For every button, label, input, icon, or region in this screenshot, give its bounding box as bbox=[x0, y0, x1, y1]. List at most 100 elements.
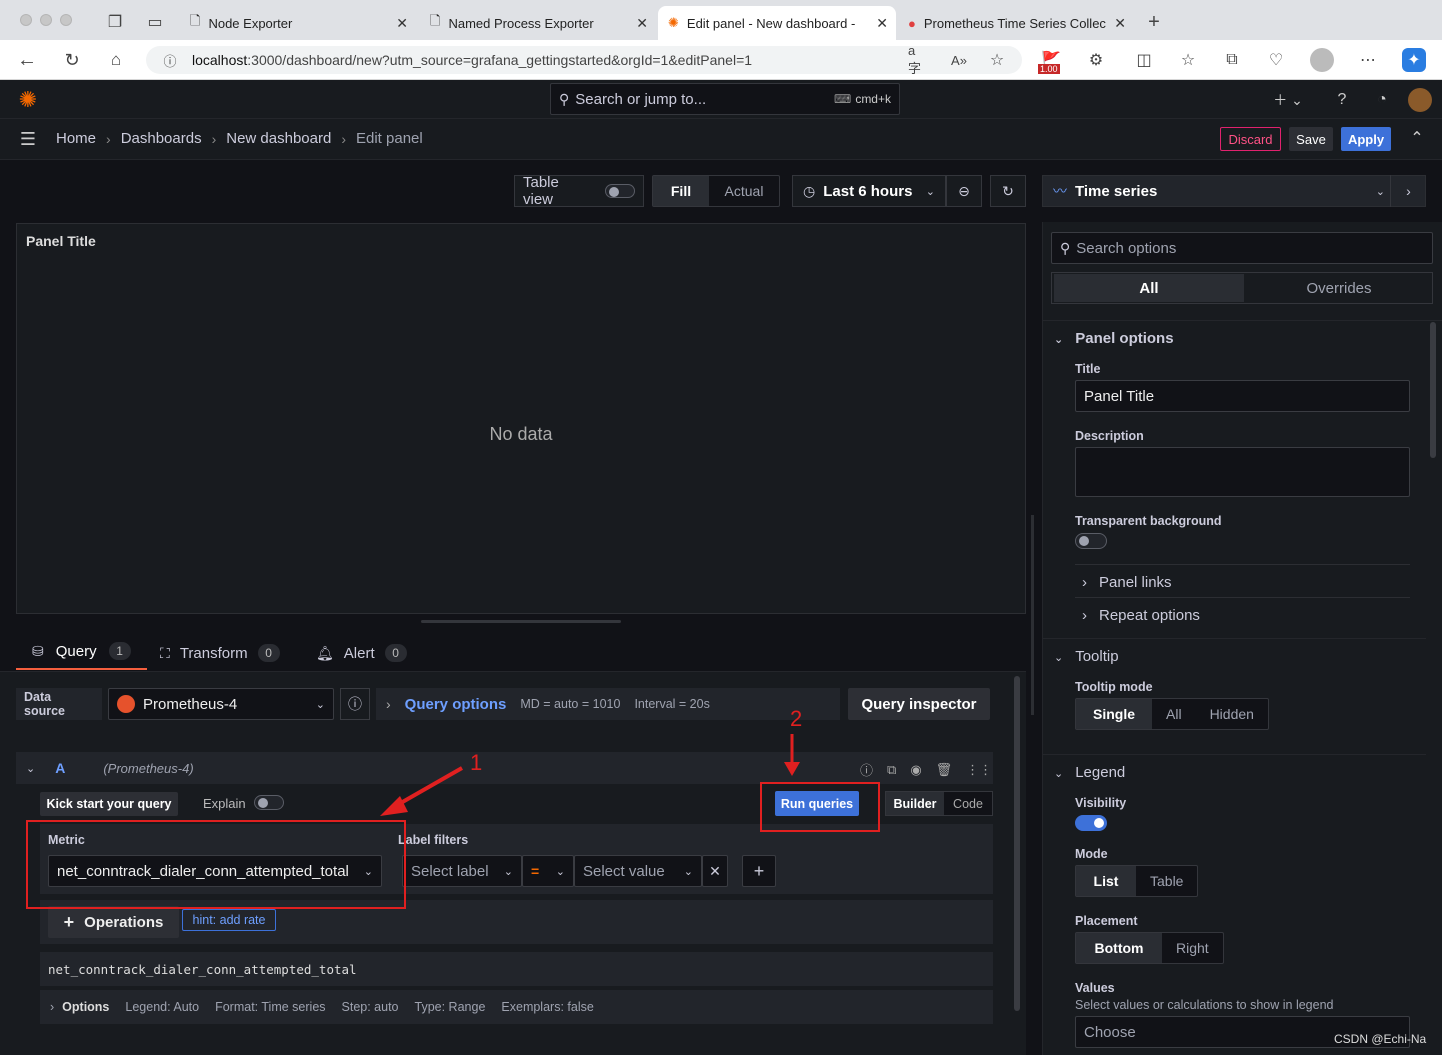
tab-transform[interactable]: ⛶ Transform 0 bbox=[160, 644, 280, 662]
breadcrumb-home[interactable]: Home bbox=[56, 130, 96, 147]
options-scrollbar[interactable] bbox=[1430, 322, 1436, 458]
tab-actions-icon[interactable]: ▭ bbox=[146, 13, 164, 31]
pane-splitter[interactable] bbox=[1031, 515, 1034, 715]
tooltip-all-option[interactable]: All bbox=[1152, 699, 1196, 729]
query-ref-name[interactable]: A bbox=[55, 760, 65, 776]
grafana-search[interactable]: ⚲ Search or jump to... ⌨ cmd+k bbox=[550, 83, 900, 115]
more-icon[interactable]: ⋯ bbox=[1358, 50, 1378, 70]
resize-handle[interactable] bbox=[421, 620, 621, 623]
discard-button[interactable]: Discard bbox=[1220, 127, 1281, 151]
extension-icon[interactable]: 1.00 🚩 bbox=[1038, 46, 1064, 74]
user-avatar[interactable] bbox=[1408, 88, 1432, 112]
close-icon[interactable]: ✕ bbox=[876, 15, 888, 32]
legend-list-option[interactable]: List bbox=[1076, 866, 1136, 896]
query-options-row[interactable]: › Query options MD = auto = 1010 Interva… bbox=[376, 688, 840, 720]
url-input[interactable]: ⓘ localhost:3000/dashboard/new?utm_sourc… bbox=[146, 43, 1022, 76]
fill-option[interactable]: Fill bbox=[653, 176, 709, 206]
repeat-options-section[interactable]: › Repeat options bbox=[1082, 607, 1200, 624]
back-icon[interactable]: ← bbox=[16, 49, 38, 71]
reload-icon[interactable]: ↻ bbox=[62, 50, 82, 70]
legend-section[interactable]: ⌄ Legend bbox=[1054, 764, 1125, 781]
profile-avatar[interactable] bbox=[1310, 48, 1334, 72]
visualization-picker[interactable]: 〰 Time series ⌄ bbox=[1042, 175, 1426, 207]
panel-options-section[interactable]: ⌄ Panel options bbox=[1054, 330, 1174, 347]
panel-title-input[interactable]: Panel Title bbox=[1075, 380, 1410, 412]
search-options-input[interactable]: ⚲ Search options bbox=[1051, 232, 1433, 264]
add-new-icon[interactable]: ＋ ⌄ bbox=[1272, 90, 1304, 110]
help-icon[interactable]: ? bbox=[1332, 90, 1352, 110]
builder-option[interactable]: Builder bbox=[886, 792, 944, 815]
drag-handle-icon[interactable]: ⋮⋮ bbox=[966, 762, 992, 778]
eye-icon[interactable]: ◉ bbox=[910, 762, 921, 778]
news-icon[interactable]: ◔ bbox=[1372, 90, 1392, 110]
transparent-background-switch[interactable] bbox=[1075, 533, 1107, 549]
kick-start-button[interactable]: Kick start your query bbox=[40, 792, 178, 816]
collections-icon[interactable]: ⧉ bbox=[1222, 50, 1242, 70]
new-tab-icon[interactable]: + bbox=[1144, 11, 1164, 33]
close-window-dot[interactable] bbox=[20, 14, 32, 26]
add-favorite-icon[interactable]: ☆ bbox=[988, 51, 1006, 69]
panel-links-section[interactable]: › Panel links bbox=[1082, 574, 1172, 591]
overrides-option[interactable]: Overrides bbox=[1246, 280, 1432, 297]
health-icon[interactable]: ♡ bbox=[1266, 50, 1286, 70]
minimize-window-dot[interactable] bbox=[40, 14, 52, 26]
read-aloud-icon[interactable]: A» bbox=[950, 51, 968, 69]
trash-icon[interactable]: 🗑︎ bbox=[936, 762, 953, 778]
table-view-toggle[interactable]: Table view bbox=[514, 174, 644, 208]
tab-prometheus[interactable]: ● Prometheus Time Series Collec ✕ bbox=[898, 6, 1134, 40]
select-label-dropdown[interactable]: Select label ⌄ bbox=[402, 855, 522, 887]
description-textarea[interactable] bbox=[1075, 447, 1410, 497]
actual-option[interactable]: Actual bbox=[709, 176, 779, 206]
chevron-up-icon[interactable]: ⌃ bbox=[1408, 129, 1426, 147]
puzzle-icon[interactable]: ⚙ bbox=[1086, 50, 1106, 70]
favorites-icon[interactable]: ☆ bbox=[1178, 50, 1198, 70]
refresh-button[interactable]: ↻ bbox=[990, 175, 1026, 207]
zoom-out-button[interactable]: ⊖ bbox=[946, 175, 982, 207]
query-scrollbar[interactable] bbox=[1014, 676, 1020, 1011]
translate-icon[interactable]: a字 bbox=[908, 43, 926, 76]
split-screen-icon[interactable]: ◫ bbox=[1134, 50, 1154, 70]
tooltip-section[interactable]: ⌄ Tooltip bbox=[1054, 648, 1119, 665]
hint-add-rate-button[interactable]: hint: add rate bbox=[182, 909, 276, 931]
workspaces-icon[interactable]: ❐ bbox=[106, 13, 124, 31]
close-icon[interactable]: ✕ bbox=[636, 15, 648, 32]
options-row[interactable]: › Options Legend: Auto Format: Time seri… bbox=[40, 990, 993, 1024]
tab-node-exporter[interactable]: 🗋 Node Exporter ✕ bbox=[180, 6, 416, 40]
all-option[interactable]: All bbox=[1054, 274, 1244, 302]
explain-switch[interactable] bbox=[254, 795, 284, 810]
select-value-dropdown[interactable]: Select value ⌄ bbox=[574, 855, 702, 887]
apply-button[interactable]: Apply bbox=[1341, 127, 1391, 151]
query-inspector-button[interactable]: Query inspector bbox=[848, 688, 990, 720]
tab-edit-panel[interactable]: ✺ Edit panel - New dashboard - I ✕ bbox=[658, 6, 896, 40]
legend-bottom-option[interactable]: Bottom bbox=[1076, 933, 1162, 963]
tab-named-process-exporter[interactable]: 🗋 Named Process Exporter ✕ bbox=[420, 6, 656, 40]
tooltip-hidden-option[interactable]: Hidden bbox=[1196, 699, 1268, 729]
close-icon[interactable]: ✕ bbox=[396, 15, 408, 32]
table-view-switch[interactable] bbox=[605, 184, 635, 198]
save-button[interactable]: Save bbox=[1289, 127, 1333, 151]
time-range-picker[interactable]: ◷ Last 6 hours ⌄ bbox=[792, 175, 946, 207]
legend-table-option[interactable]: Table bbox=[1136, 866, 1197, 896]
operator-dropdown[interactable]: = ⌄ bbox=[522, 855, 574, 887]
collapse-options-button[interactable]: › bbox=[1390, 175, 1426, 207]
data-source-picker[interactable]: Prometheus-4 ⌄ bbox=[108, 688, 334, 720]
remove-filter-button[interactable]: ✕ bbox=[702, 855, 728, 887]
tab-alert[interactable]: 🔔︎ Alert 0 bbox=[316, 644, 407, 662]
grafana-logo-icon[interactable]: ✺ bbox=[16, 87, 40, 112]
tooltip-single-option[interactable]: Single bbox=[1076, 699, 1152, 729]
maximize-window-dot[interactable] bbox=[60, 14, 72, 26]
duplicate-icon[interactable]: ⧉ bbox=[887, 762, 896, 778]
tab-query[interactable]: ⛁ Query 1 bbox=[16, 640, 147, 670]
legend-right-option[interactable]: Right bbox=[1162, 933, 1223, 963]
breadcrumb-new-dashboard[interactable]: New dashboard bbox=[226, 130, 331, 147]
legend-visibility-switch[interactable] bbox=[1075, 815, 1107, 831]
data-source-help-button[interactable]: ⓘ bbox=[340, 688, 370, 720]
copilot-icon[interactable]: ✦ bbox=[1402, 48, 1426, 72]
add-filter-button[interactable]: + bbox=[742, 855, 776, 887]
code-option[interactable]: Code bbox=[944, 797, 992, 811]
breadcrumb-dashboards[interactable]: Dashboards bbox=[121, 130, 202, 147]
operations-button[interactable]: + Operations bbox=[48, 906, 179, 938]
home-icon[interactable]: ⌂ bbox=[106, 50, 126, 70]
menu-icon[interactable]: ☰ bbox=[18, 129, 38, 149]
close-icon[interactable]: ✕ bbox=[1114, 15, 1126, 32]
